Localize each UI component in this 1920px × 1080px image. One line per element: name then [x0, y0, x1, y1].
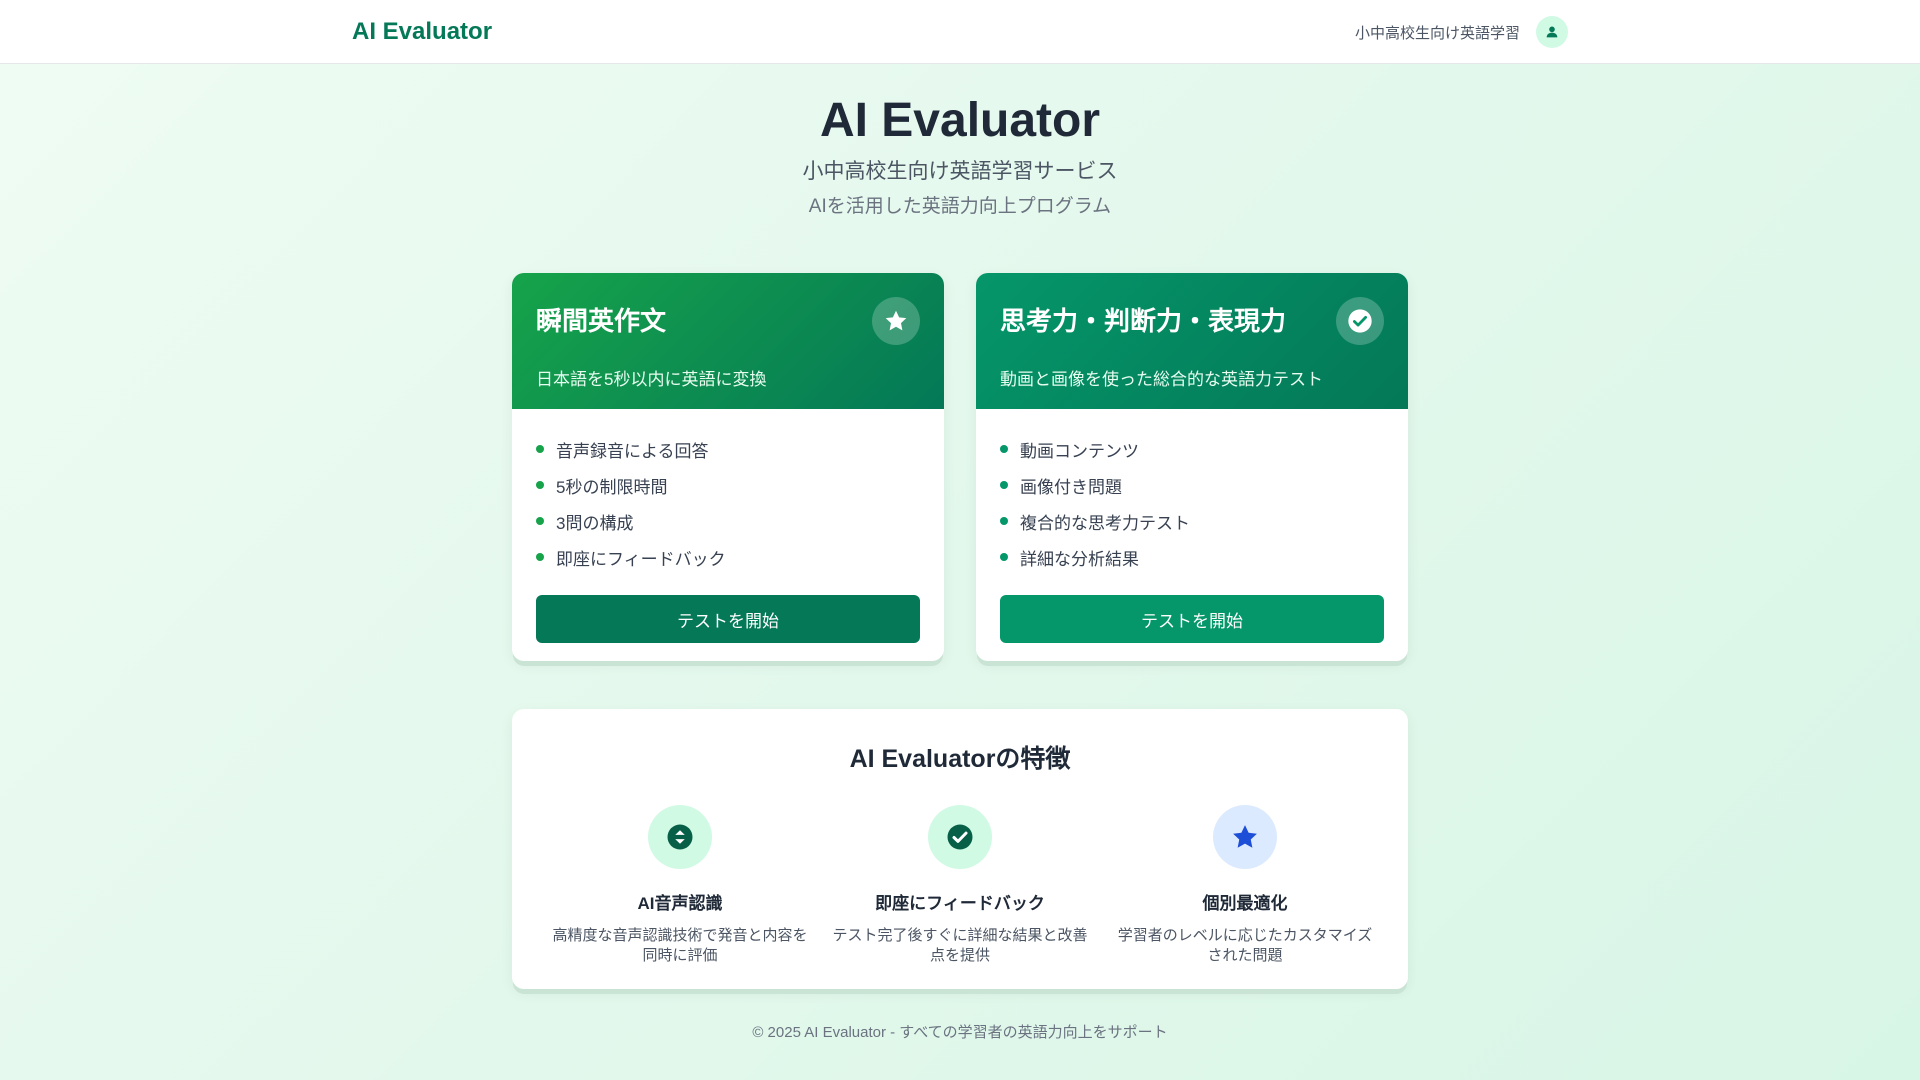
instant-composition-card: 瞬間英作文 日本語を5秒以内に英語に変換 音声録音による回答 5秒の制限時間 3… [512, 273, 944, 661]
feature-personalization: 個別最適化 学習者のレベルに応じたカスタマイズされた問題 [1113, 805, 1377, 966]
list-item: 即座にフィードバック [536, 539, 920, 575]
features-title: AI Evaluatorの特徴 [849, 745, 1071, 773]
list-item-label: 動画コンテンツ [1020, 441, 1139, 461]
page-title: AI Evaluator [819, 94, 1101, 147]
bullet-icon [536, 445, 544, 453]
list-item: 音声録音による回答 [536, 431, 920, 467]
check-circle-icon [1348, 309, 1372, 333]
header-right: 小中高校生向け英語学習 [1355, 16, 1568, 48]
feature-icon-circle [648, 805, 712, 869]
card-badge [1336, 297, 1384, 345]
hero-section: AI Evaluator 小中高校生向け英語学習サービス AIを活用した英語力向… [0, 90, 1920, 220]
user-icon [1546, 26, 1558, 38]
card-header: 思考力・判断力・表現力 動画と画像を使った総合的な英語力テスト [976, 273, 1408, 409]
feature-icon-circle [1213, 805, 1277, 869]
list-item: 動画コンテンツ [1000, 431, 1384, 467]
feature-description: 高精度な音声認識技術で発音と内容を同時に評価 [552, 927, 808, 964]
check-circle-icon [947, 824, 973, 850]
header-inner: AI Evaluator 小中高校生向け英語学習 [352, 0, 1568, 64]
card-feature-list: 音声録音による回答 5秒の制限時間 3問の構成 即座にフィードバック [536, 431, 920, 575]
list-item-label: 即座にフィードバック [556, 549, 726, 569]
feature-title: 即座にフィードバック [875, 894, 1045, 913]
bullet-icon [1000, 517, 1008, 525]
page-tagline: AIを活用した英語力向上プログラム [808, 196, 1112, 217]
card-feature-list: 動画コンテンツ 画像付き問題 複合的な思考力テスト 詳細な分析結果 [1000, 431, 1384, 575]
card-badge [872, 297, 920, 345]
feature-title: AI音声認識 [637, 894, 723, 913]
bullet-icon [536, 517, 544, 525]
feature-description: テスト完了後すぐに詳細な結果と改善点を提供 [832, 927, 1088, 964]
list-item: 3問の構成 [536, 503, 920, 539]
card-body: 音声録音による回答 5秒の制限時間 3問の構成 即座にフィードバック テストを開… [512, 409, 944, 643]
list-item: 画像付き問題 [1000, 467, 1384, 503]
list-item: 詳細な分析結果 [1000, 539, 1384, 575]
bullet-icon [1000, 481, 1008, 489]
start-test-button[interactable]: テストを開始 [1000, 595, 1384, 643]
card-title: 思考力・判断力・表現力 [1000, 306, 1287, 336]
card-title: 瞬間英作文 [536, 306, 667, 336]
list-item-label: 複合的な思考力テスト [1020, 513, 1190, 533]
service-label: 小中高校生向け英語学習 [1354, 24, 1520, 42]
card-description: 動画と画像を使った総合的な英語力テスト [1000, 370, 1323, 389]
top-header: AI Evaluator 小中高校生向け英語学習 [0, 0, 1920, 64]
feature-icon-circle [928, 805, 992, 869]
features-panel: AI Evaluatorの特徴 AI音声認識 高精度な音声認識技術で発音と内容を… [512, 709, 1408, 989]
list-item-label: 5秒の制限時間 [556, 477, 668, 497]
feature-title: 個別最適化 [1202, 894, 1288, 913]
thinking-skills-card: 思考力・判断力・表現力 動画と画像を使った総合的な英語力テスト 動画コンテンツ … [976, 273, 1408, 661]
card-description: 日本語を5秒以内に英語に変換 [536, 370, 767, 389]
star-icon [885, 310, 907, 331]
feature-voice-recognition: AI音声認識 高精度な音声認識技術で発音と内容を同時に評価 [548, 805, 812, 966]
feature-instant-feedback: 即座にフィードバック テスト完了後すぐに詳細な結果と改善点を提供 [828, 805, 1092, 966]
list-item: 複合的な思考力テスト [1000, 503, 1384, 539]
star-icon [1233, 825, 1257, 848]
list-item-label: 詳細な分析結果 [1020, 549, 1139, 569]
brand-logo[interactable]: AI Evaluator [352, 18, 492, 46]
card-body: 動画コンテンツ 画像付き問題 複合的な思考力テスト 詳細な分析結果 テストを開始 [976, 409, 1408, 643]
feature-description: 学習者のレベルに応じたカスタマイズされた問題 [1117, 927, 1373, 964]
bullet-icon [1000, 445, 1008, 453]
page-subtitle: 小中高校生向け英語学習サービス [802, 160, 1118, 183]
footer: © 2025 AI Evaluator - すべての学習者の英語力向上をサポート [752, 1024, 1168, 1041]
bullet-icon [1000, 553, 1008, 561]
bullet-icon [536, 481, 544, 489]
bullet-icon [536, 553, 544, 561]
user-avatar-button[interactable] [1536, 16, 1568, 48]
card-header: 瞬間英作文 日本語を5秒以内に英語に変換 [512, 273, 944, 409]
list-item-label: 画像付き問題 [1020, 477, 1122, 497]
list-item-label: 音声録音による回答 [556, 441, 709, 461]
list-item-label: 3問の構成 [556, 513, 634, 533]
start-test-button[interactable]: テストを開始 [536, 595, 920, 643]
voice-recognition-icon [667, 824, 693, 850]
list-item: 5秒の制限時間 [536, 467, 920, 503]
